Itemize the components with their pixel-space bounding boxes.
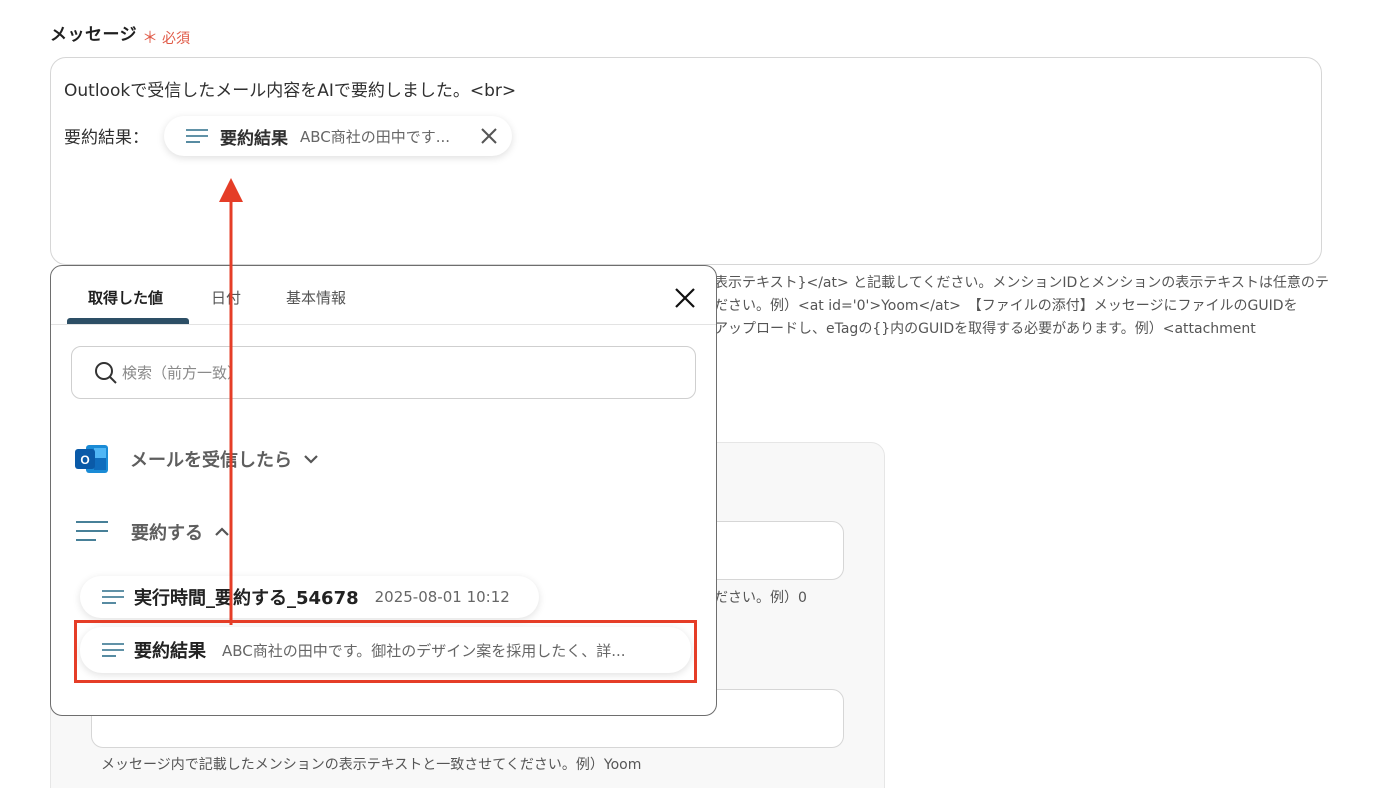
item-title: 実行時間_要約する_54678 xyxy=(134,588,359,609)
tab-obtained-values[interactable]: 取得した値 xyxy=(88,287,163,308)
group-label: 要約する xyxy=(131,523,203,544)
required-badge: ＊必須 xyxy=(142,24,190,48)
tab-basic-info[interactable]: 基本情報 xyxy=(286,287,346,308)
lines-icon xyxy=(102,590,124,604)
close-icon[interactable] xyxy=(478,125,500,147)
highlight-box xyxy=(74,620,697,683)
mention-id-hint: ださい。例）0 xyxy=(714,590,807,606)
chevron-up-icon xyxy=(215,527,229,536)
summary-variable-chip[interactable]: 要約結果 ABC商社の田中です... xyxy=(164,116,512,156)
search-input[interactable] xyxy=(122,360,682,386)
chip-title: 要約結果 xyxy=(220,128,288,149)
asterisk-icon: ＊ xyxy=(142,28,159,47)
variable-item-exec-time[interactable]: 実行時間_要約する_54678 2025-08-01 10:12 xyxy=(80,576,539,618)
lines-icon xyxy=(186,129,208,143)
mention-text-hint: メッセージ内で記載したメンションの表示テキストと一致させてください。例）Yoom xyxy=(101,757,642,773)
field-label: メッセージ xyxy=(50,25,138,45)
message-line-1[interactable]: Outlookで受信したメール内容をAIで要約しました。<br> xyxy=(64,76,516,101)
group-summarize[interactable]: 要約する xyxy=(74,518,231,546)
help-text-3: アップロードし、eTagの{}内のGUIDを取得する必要があります。例）<att… xyxy=(714,321,1256,337)
close-icon[interactable] xyxy=(672,285,698,311)
outlook-icon: O xyxy=(75,445,108,473)
tab-date[interactable]: 日付 xyxy=(211,287,241,308)
chevron-down-icon xyxy=(304,455,318,464)
help-text-2: ださい。例）<at id='0'>Yoom</at> 【ファイルの添付】メッセー… xyxy=(714,298,1298,314)
chip-value: ABC商社の田中です... xyxy=(300,127,451,146)
help-text-1: 表示テキスト}</at> と記載してください。メンションIDとメンションの表示テ… xyxy=(714,275,1329,291)
svg-text:O: O xyxy=(80,453,89,467)
mention-id-input[interactable] xyxy=(700,521,844,580)
required-text: 必須 xyxy=(162,31,191,47)
group-label: メールを受信したら xyxy=(130,450,292,471)
search-icon xyxy=(95,362,117,384)
message-line-2-label[interactable]: 要約結果： xyxy=(64,123,149,148)
lines-icon xyxy=(76,521,108,541)
tab-divider xyxy=(51,324,716,325)
group-mail-received[interactable]: O メールを受信したら xyxy=(74,442,320,476)
item-value: 2025-08-01 10:12 xyxy=(374,588,510,606)
